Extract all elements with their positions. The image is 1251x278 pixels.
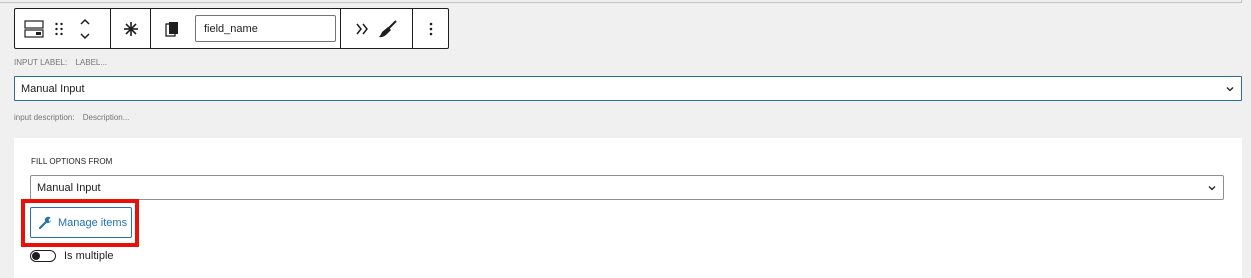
copy-icon[interactable] [159, 9, 185, 48]
options-panel: FILL OPTIONS FROM Manual Input Manage it… [14, 138, 1242, 278]
is-multiple-label: Is multiple [64, 250, 114, 262]
input-description-caption: input description: [14, 113, 75, 122]
toolbar-group-field-name [151, 9, 341, 48]
toggle-knob [32, 252, 40, 260]
move-up-down-icon[interactable] [71, 9, 99, 48]
is-multiple-row: Is multiple [30, 250, 114, 262]
is-multiple-toggle[interactable] [30, 250, 56, 262]
fill-options-select[interactable]: Manual Input [30, 175, 1224, 200]
manage-items-button[interactable]: Manage items [30, 207, 132, 238]
double-chevron-right-icon[interactable] [351, 9, 373, 48]
fill-options-select-value: Manual Input [37, 181, 101, 194]
wrench-icon [39, 216, 51, 229]
toolbar-group-actions [341, 9, 413, 48]
field-name-input[interactable] [195, 15, 336, 42]
block-type-icon[interactable] [21, 9, 47, 48]
fill-options-title: FILL OPTIONS FROM [31, 157, 113, 166]
input-label-row: INPUT LABEL: LABEL... [14, 58, 113, 67]
input-description-placeholder[interactable]: Description... [83, 113, 130, 122]
manage-items-label: Manage items [58, 216, 128, 229]
brush-icon[interactable] [373, 9, 403, 48]
input-description-row: input description: Description... [14, 113, 135, 122]
more-options-icon[interactable] [429, 9, 433, 48]
chevron-down-icon [1208, 186, 1216, 191]
source-select-value: Manual Input [21, 82, 85, 95]
source-select[interactable]: Manual Input [14, 76, 1242, 101]
input-label-placeholder[interactable]: LABEL... [75, 58, 107, 67]
drag-handle-icon[interactable] [47, 9, 71, 48]
top-border [0, 0, 1242, 3]
block-toolbar [14, 8, 449, 49]
chevron-down-icon [1226, 87, 1234, 92]
asterisk-icon[interactable] [123, 9, 139, 48]
toolbar-group-required [111, 9, 151, 48]
toolbar-group-more [413, 9, 448, 48]
toolbar-group-block [15, 9, 111, 48]
right-border [1241, 0, 1242, 3]
input-label-caption: INPUT LABEL: [14, 58, 68, 67]
